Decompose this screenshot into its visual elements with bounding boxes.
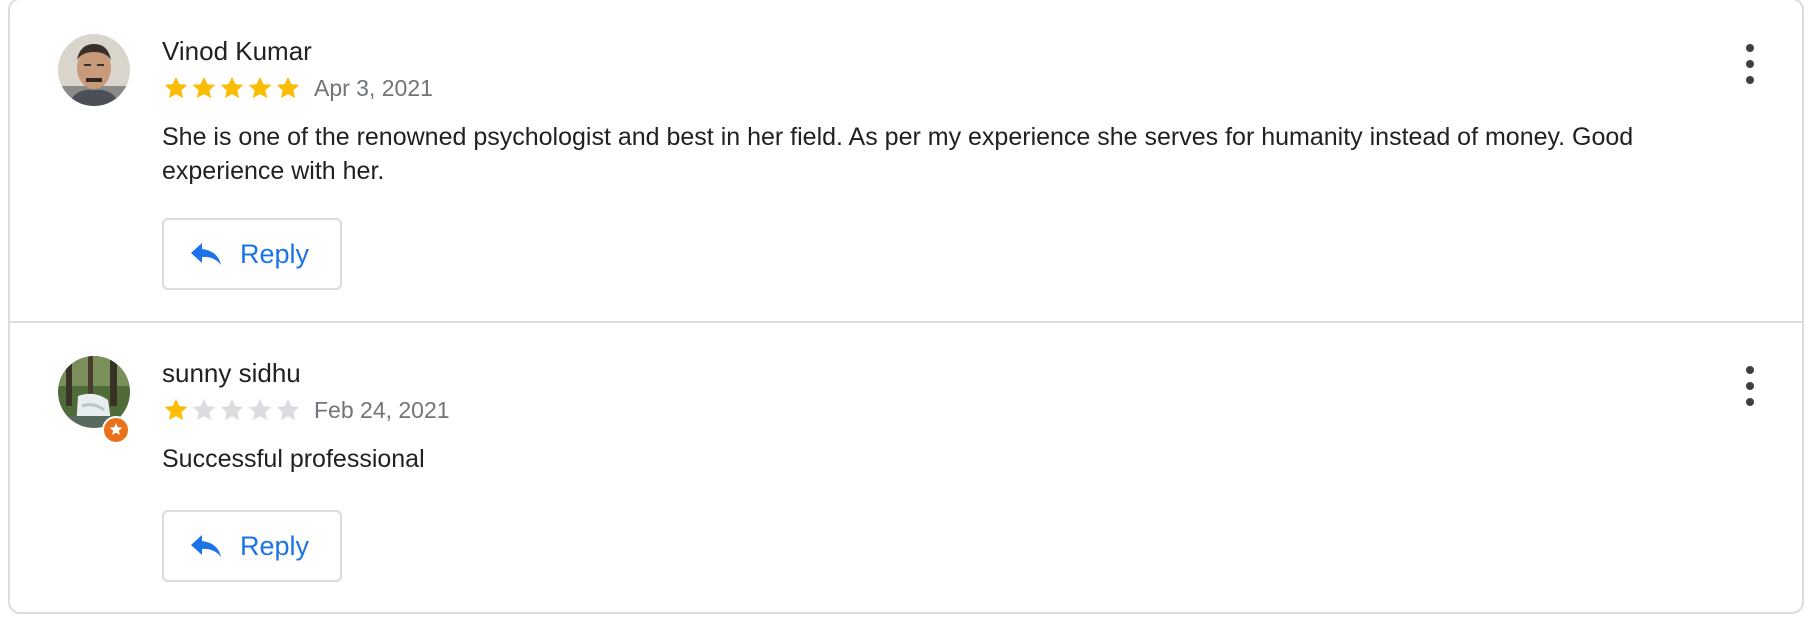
star-filled-icon bbox=[220, 76, 244, 99]
reviewer-name[interactable]: sunny sidhu bbox=[162, 358, 301, 389]
review-text: Successful professional bbox=[162, 445, 425, 473]
more-vert-icon-dot bbox=[1746, 60, 1754, 68]
review-text: She is one of the renowned psychologist … bbox=[162, 123, 1634, 185]
reply-button[interactable]: Reply bbox=[162, 510, 342, 582]
star-filled-icon bbox=[248, 76, 272, 99]
reply-label: Reply bbox=[240, 530, 310, 561]
star-empty-icon bbox=[220, 398, 244, 421]
star-badge-icon bbox=[109, 423, 123, 435]
more-vert-icon bbox=[1746, 366, 1754, 374]
review-item: Vinod Kumar Apr 3, 2021 She is one of th… bbox=[10, 0, 1802, 322]
reply-icon bbox=[191, 243, 221, 265]
star-empty-icon bbox=[192, 398, 216, 421]
star-empty-icon bbox=[248, 398, 272, 421]
avatar[interactable] bbox=[58, 34, 130, 106]
more-vert-icon-dot bbox=[1746, 382, 1754, 390]
reviews-card: Vinod Kumar Apr 3, 2021 She is one of th… bbox=[8, 0, 1804, 614]
star-filled-icon bbox=[276, 76, 300, 99]
reply-button[interactable]: Reply bbox=[162, 218, 342, 290]
star-rating bbox=[162, 74, 302, 102]
local-guide-badge-icon bbox=[102, 416, 130, 444]
review-date: Apr 3, 2021 bbox=[314, 74, 433, 101]
star-filled-icon bbox=[164, 398, 188, 421]
more-vert-icon bbox=[1746, 44, 1754, 52]
star-filled-icon bbox=[192, 76, 216, 99]
more-options-button[interactable] bbox=[1738, 366, 1762, 406]
more-options-button[interactable] bbox=[1738, 44, 1762, 84]
reply-label: Reply bbox=[240, 238, 310, 269]
review-item: sunny sidhu Feb 24, 2021 Successful prof… bbox=[10, 322, 1802, 614]
star-filled-icon bbox=[164, 76, 188, 99]
star-empty-icon bbox=[276, 398, 300, 421]
review-date: Feb 24, 2021 bbox=[314, 396, 450, 423]
person-photo-icon bbox=[58, 34, 130, 106]
more-vert-icon-dot bbox=[1746, 398, 1754, 406]
review-meta: Feb 24, 2021 bbox=[162, 396, 450, 424]
star-rating bbox=[162, 396, 302, 424]
reply-icon bbox=[191, 535, 221, 557]
more-vert-icon-dot bbox=[1746, 76, 1754, 84]
reviewer-name[interactable]: Vinod Kumar bbox=[162, 36, 312, 67]
review-meta: Apr 3, 2021 bbox=[162, 74, 433, 102]
